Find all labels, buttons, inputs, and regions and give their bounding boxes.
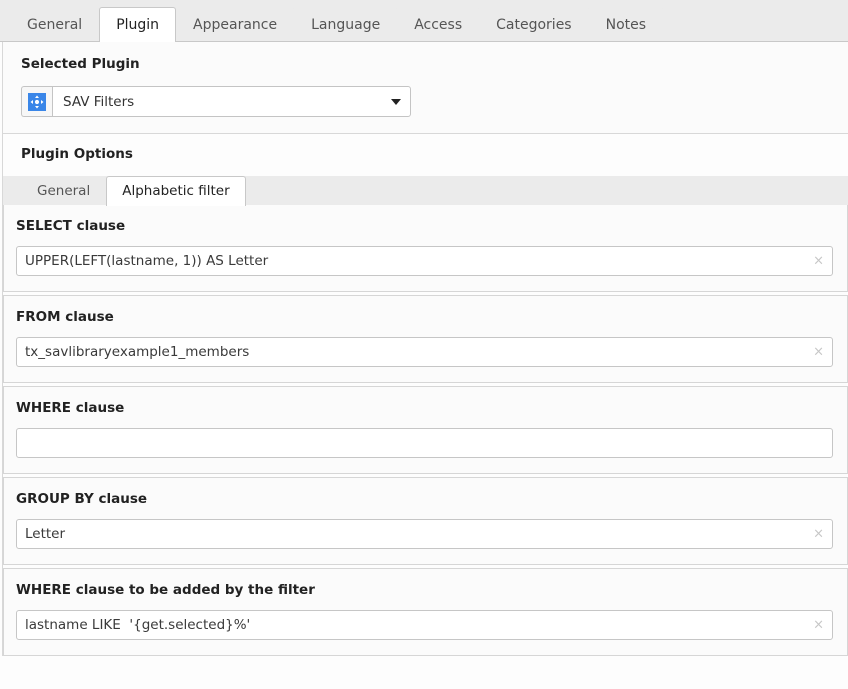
clause-block-select-clause: SELECT clause UPPER(LEFT(lastname, 1)) AS…	[3, 205, 848, 292]
clause-input-from-clause[interactable]: tx_savlibraryexample1_members ×	[16, 337, 833, 367]
clause-input-where-clause-to-be-added-by-the-filter[interactable]: lastname LIKE '{get.selected}%' ×	[16, 610, 833, 640]
clause-input-value-from-clause: tx_savlibraryexample1_members	[25, 344, 250, 360]
clear-input-icon-where-clause-to-be-added-by-the-filter[interactable]: ×	[813, 619, 824, 632]
clause-label-group-by-clause: GROUP BY clause	[16, 491, 148, 507]
tab-general[interactable]: General	[10, 7, 100, 41]
plugin-options-title: Plugin Options	[21, 146, 133, 162]
clear-input-icon-from-clause[interactable]: ×	[813, 346, 824, 359]
tab-categories[interactable]: Categories	[479, 7, 589, 41]
selected-plugin-title: Selected Plugin	[21, 56, 140, 72]
clause-input-value-select-clause: UPPER(LEFT(lastname, 1)) AS Letter	[25, 253, 269, 269]
chevron-down-icon	[391, 98, 401, 105]
plugin-tab-alphabetic-filter[interactable]: Alphabetic filter	[106, 176, 246, 206]
clause-input-value-group-by-clause: Letter	[25, 526, 66, 542]
clause-input-value-where-clause-to-be-added-by-the-filter: lastname LIKE '{get.selected}%'	[25, 617, 251, 633]
plugin-select-value: SAV Filters	[63, 93, 135, 110]
clause-label-select-clause: SELECT clause	[16, 218, 126, 234]
clause-block-where-clause-to-be-added-by-the-filter: WHERE clause to be added by the filter la…	[3, 568, 848, 656]
tab-appearance[interactable]: Appearance	[176, 7, 295, 41]
plugin-icon-box	[21, 86, 52, 117]
clause-label-where-clause-to-be-added-by-the-filter: WHERE clause to be added by the filter	[16, 582, 315, 598]
tab-notes[interactable]: Notes	[588, 7, 664, 41]
tab-access[interactable]: Access	[397, 7, 480, 41]
clear-input-icon-select-clause[interactable]: ×	[813, 255, 824, 268]
clause-input-select-clause[interactable]: UPPER(LEFT(lastname, 1)) AS Letter ×	[16, 246, 833, 276]
clause-block-from-clause: FROM clause tx_savlibraryexample1_members…	[3, 295, 848, 383]
tab-plugin[interactable]: Plugin	[99, 7, 177, 42]
move-arrows-icon	[28, 92, 46, 111]
main-tab-bar: General Plugin Appearance Language Access Cat…	[0, 0, 848, 42]
plugin-selector-row: SAV Filters	[21, 86, 411, 117]
plugin-options-section: Plugin Options General Alphabetic filter …	[2, 134, 848, 656]
clause-block-where-clause: WHERE clause	[3, 386, 848, 474]
clause-label-from-clause: FROM clause	[16, 309, 114, 325]
clause-block-group-by-clause: GROUP BY clause Letter ×	[3, 477, 848, 565]
tab-language[interactable]: Language	[294, 7, 398, 41]
plugin-tab-general[interactable]: General	[21, 176, 107, 205]
plugin-options-tab-bar: General Alphabetic filter	[3, 176, 848, 206]
clear-input-icon-group-by-clause[interactable]: ×	[813, 528, 824, 541]
selected-plugin-section: Selected Plugin SAV Filters	[2, 42, 848, 134]
clause-input-where-clause[interactable]	[16, 428, 833, 458]
plugin-select[interactable]: SAV Filters	[52, 86, 411, 117]
clause-list: SELECT clause UPPER(LEFT(lastname, 1)) AS…	[3, 205, 848, 656]
clause-label-where-clause: WHERE clause	[16, 400, 125, 416]
clause-input-group-by-clause[interactable]: Letter ×	[16, 519, 833, 549]
